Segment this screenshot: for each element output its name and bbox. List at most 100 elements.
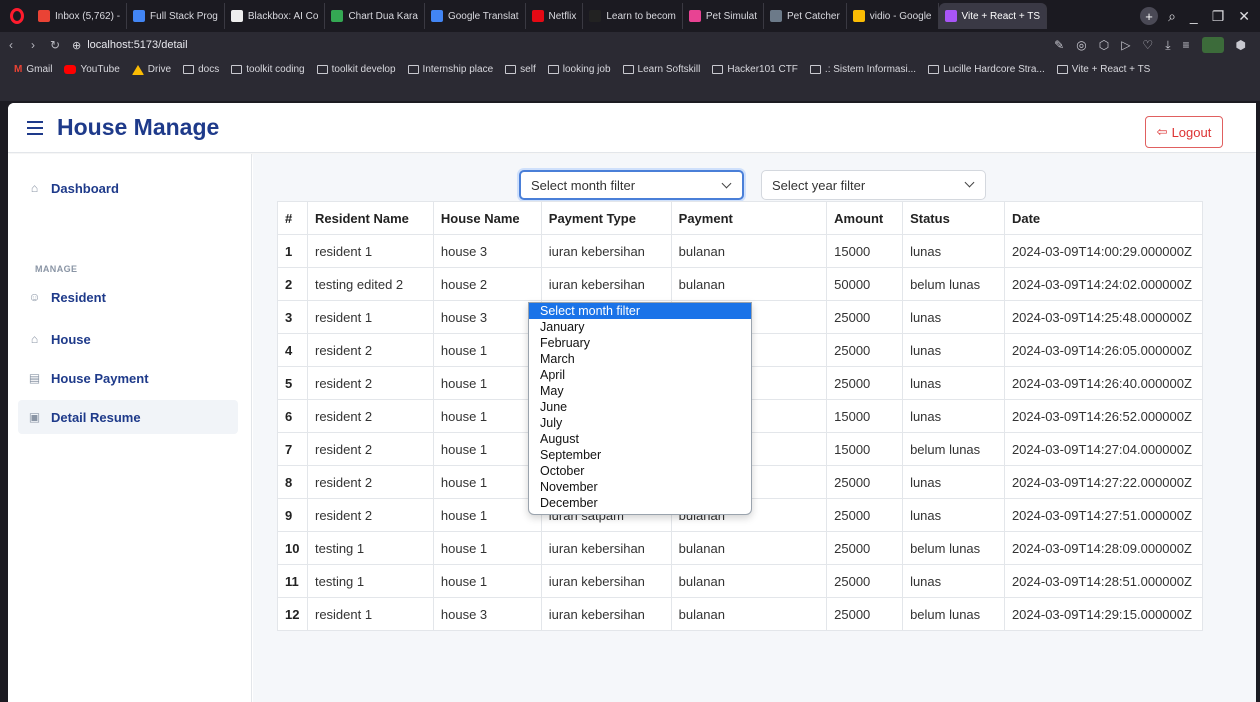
browser-tab[interactable]: Pet Simulat (683, 3, 764, 29)
bookmark-item[interactable]: Lucille Hardcore Stra... (928, 64, 1045, 75)
month-option[interactable]: March (529, 351, 751, 367)
browser-tab[interactable]: Full Stack Prog (127, 3, 225, 29)
sidebar: ⌂ Dashboard MANAGE ☺ Resident ⌂ House ▤ … (8, 154, 252, 702)
month-option[interactable]: Select month filter (529, 303, 751, 319)
doc-icon (712, 65, 724, 74)
bookmark-label: Gmail (26, 64, 53, 75)
bookmark-item[interactable]: Hacker101 CTF (712, 64, 798, 75)
table-cell: 25000 (826, 366, 904, 400)
bookmark-item[interactable]: looking job (547, 64, 611, 75)
bookmark-label: toolkit coding (246, 64, 305, 75)
minimize-button[interactable]: _ (1190, 8, 1198, 25)
bookmark-item[interactable]: Internship place (407, 64, 493, 75)
reload-button[interactable]: ↻ (44, 38, 66, 52)
tab-label: Vite + React + TS (961, 10, 1041, 22)
table-cell: lunas (902, 366, 1005, 400)
url-field[interactable]: ⊕ localhost:5173/detail (72, 39, 188, 52)
browser-tab[interactable]: Netflix (526, 3, 584, 29)
bookmark-item[interactable]: Learn Softskill (622, 64, 700, 75)
browser-tab[interactable]: Inbox (5,762) - (32, 3, 128, 29)
house-icon: ⌂ (30, 332, 39, 346)
month-option[interactable]: September (529, 447, 751, 463)
tab-favicon-icon (230, 10, 243, 22)
vite-icon (1056, 65, 1068, 74)
forward-button[interactable]: › (22, 38, 44, 52)
sidebar-item-detail-resume[interactable]: ▣ Detail Resume (18, 400, 238, 434)
table-cell: 2024-03-09T14:27:04.000000Z (1003, 432, 1204, 466)
tab-favicon-icon (331, 10, 344, 22)
sidebar-item-resident[interactable]: ☺ Resident (18, 280, 238, 314)
edit-icon[interactable]: ✎ (1054, 38, 1064, 52)
tab-favicon-icon (133, 10, 146, 22)
browser-tab[interactable]: vidio - Google (847, 3, 939, 29)
table-cell: belum lunas (902, 432, 1005, 466)
restore-button[interactable]: ❐ (1212, 8, 1225, 25)
back-button[interactable]: ‹ (0, 38, 22, 52)
browser-tab[interactable]: Pet Catcher (764, 3, 847, 29)
month-option[interactable]: June (529, 399, 751, 415)
browser-tab[interactable]: Learn to becom (583, 3, 683, 29)
app-page: House Manage ⇦ Logout ⌂ Dashboard MANAGE… (8, 103, 1256, 702)
opera-logo-icon[interactable] (6, 5, 28, 27)
bookmark-item[interactable]: docs (183, 64, 219, 75)
month-option[interactable]: December (529, 495, 751, 511)
table-cell: 25000 (826, 597, 904, 631)
folder-icon (231, 65, 243, 74)
shield-icon[interactable]: ⬡ (1099, 38, 1109, 52)
bookmark-item[interactable]: toolkit develop (316, 64, 396, 75)
hamburger-menu-icon[interactable] (27, 120, 43, 135)
table-cell: 10 (277, 531, 308, 565)
camera-icon[interactable]: ◎ (1076, 38, 1086, 52)
month-option[interactable]: January (529, 319, 751, 335)
month-option[interactable]: February (529, 335, 751, 351)
table-cell: resident 2 (306, 366, 434, 400)
bookmark-item[interactable]: Drive (131, 64, 171, 75)
table-cell: belum lunas (902, 531, 1005, 565)
month-option[interactable]: April (529, 367, 751, 383)
month-option[interactable]: November (529, 479, 751, 495)
sidebar-item-label: Resident (51, 289, 106, 305)
extension-icon[interactable] (1201, 37, 1224, 53)
browser-tab[interactable]: Google Translat (425, 3, 526, 29)
table-cell: 1 (277, 234, 308, 268)
month-filter-select[interactable]: Select month filter (519, 170, 744, 200)
bookmark-item[interactable]: Vite + React + TS (1056, 64, 1150, 75)
download-icon[interactable]: ⤓ (1165, 38, 1170, 53)
heart-icon[interactable]: ♡ (1142, 38, 1153, 52)
new-tab-button[interactable]: + (1140, 7, 1159, 25)
cube-icon[interactable]: ⬢ (1236, 38, 1246, 52)
month-option[interactable]: May (529, 383, 751, 399)
logout-button[interactable]: ⇦ Logout (1145, 116, 1223, 148)
month-option[interactable]: October (529, 463, 751, 479)
year-filter-select[interactable]: Select year filter (761, 170, 986, 200)
search-icon[interactable]: ⌕ (1168, 8, 1176, 25)
table-cell: house 1 (432, 333, 542, 367)
bookmark-item[interactable]: toolkit coding (231, 64, 305, 75)
bookmark-item[interactable]: .: Sistem Informasi... (809, 64, 916, 75)
browser-tab[interactable]: Chart Dua Kara (325, 3, 425, 29)
table-cell: 25000 (826, 531, 904, 565)
browser-tab[interactable]: Blackbox: AI Co (225, 3, 326, 29)
sidebar-item-house[interactable]: ⌂ House (18, 322, 238, 356)
bookmark-item[interactable]: M Gmail (14, 64, 52, 75)
column-header: House Name (432, 201, 542, 235)
month-option[interactable]: July (529, 415, 751, 431)
tab-favicon-icon (531, 10, 544, 22)
folder-icon (547, 65, 559, 74)
table-cell: 15000 (826, 234, 904, 268)
menu-icon[interactable]: ≡ (1183, 38, 1190, 52)
bookmark-item[interactable]: self (505, 64, 536, 75)
table-cell: house 1 (432, 531, 542, 565)
site-info-icon[interactable]: ⊕ (72, 39, 81, 52)
play-icon[interactable]: ▷ (1121, 38, 1130, 52)
close-button[interactable]: ✕ (1238, 8, 1250, 25)
sidebar-item-house-payment[interactable]: ▤ House Payment (18, 361, 238, 395)
logout-icon: ⇦ (1156, 124, 1168, 139)
month-option[interactable]: August (529, 431, 751, 447)
browser-tab[interactable]: Vite + React + TS (938, 3, 1048, 29)
table-cell: belum lunas (902, 597, 1005, 631)
column-header: Amount (826, 201, 904, 235)
sidebar-item-dashboard[interactable]: ⌂ Dashboard (18, 171, 238, 205)
tab-favicon-icon (38, 10, 50, 22)
bookmark-item[interactable]: YouTube (64, 64, 120, 75)
